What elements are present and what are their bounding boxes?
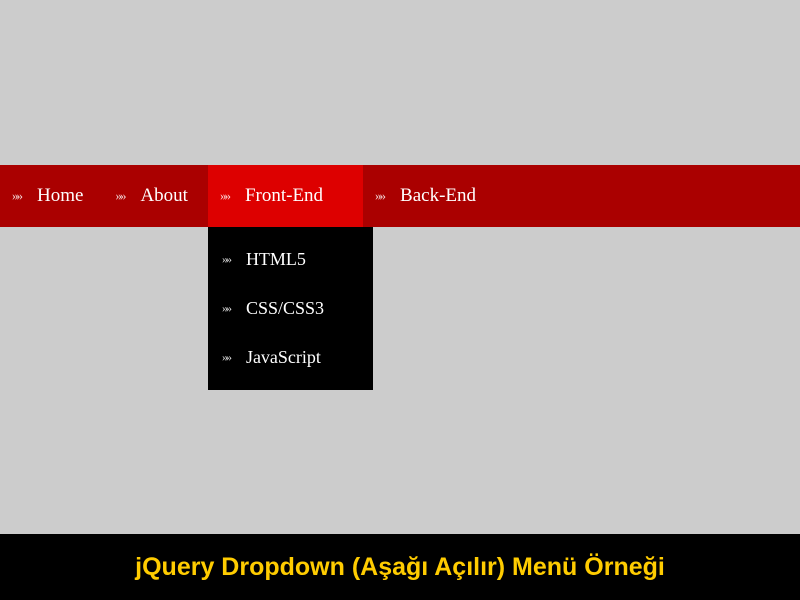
double-arrow-icon: »» <box>115 188 124 204</box>
nav-item-label: Home <box>37 185 83 207</box>
double-arrow-icon: »» <box>375 188 384 204</box>
dropdown-item-css[interactable]: »» CSS/CSS3 <box>208 284 373 333</box>
main-navbar: »» Home »» About »» Front-End »» HTML5 »… <box>0 165 800 227</box>
double-arrow-icon: »» <box>12 188 21 204</box>
dropdown-item-label: CSS/CSS3 <box>246 298 324 319</box>
dropdown-item-javascript[interactable]: »» JavaScript <box>208 333 373 382</box>
footer-title: jQuery Dropdown (Aşağı Açılır) Menü Örne… <box>135 553 665 582</box>
double-arrow-icon: »» <box>222 252 230 267</box>
double-arrow-icon: »» <box>222 350 230 365</box>
nav-item-frontend[interactable]: »» Front-End »» HTML5 »» CSS/CSS3 »» Jav… <box>208 165 363 227</box>
dropdown-item-html5[interactable]: »» HTML5 <box>208 235 373 284</box>
nav-item-about[interactable]: »» About <box>103 165 208 227</box>
dropdown-item-label: HTML5 <box>246 249 306 270</box>
dropdown-menu: »» HTML5 »» CSS/CSS3 »» JavaScript <box>208 227 373 390</box>
footer-bar: jQuery Dropdown (Aşağı Açılır) Menü Örne… <box>0 534 800 600</box>
nav-item-label: Front-End <box>245 185 323 207</box>
nav-item-backend[interactable]: »» Back-End <box>363 165 496 227</box>
double-arrow-icon: »» <box>222 301 230 316</box>
nav-item-label: About <box>140 185 188 207</box>
dropdown-item-label: JavaScript <box>246 347 321 368</box>
double-arrow-icon: »» <box>220 188 229 204</box>
nav-item-home[interactable]: »» Home <box>0 165 103 227</box>
nav-item-label: Back-End <box>400 185 476 207</box>
